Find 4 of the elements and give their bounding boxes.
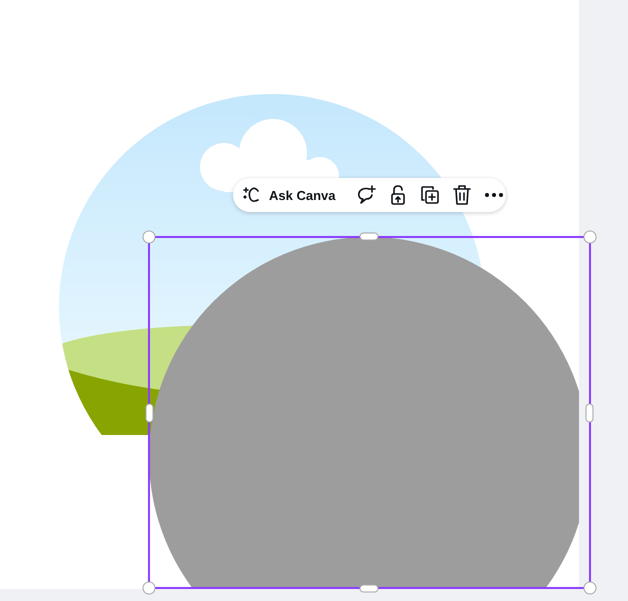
ask-button[interactable]: Ask Canva: [241, 184, 336, 206]
trash-icon[interactable]: [451, 184, 474, 206]
duplicate-icon[interactable]: [419, 184, 442, 206]
comment-add-icon[interactable]: [355, 184, 378, 206]
